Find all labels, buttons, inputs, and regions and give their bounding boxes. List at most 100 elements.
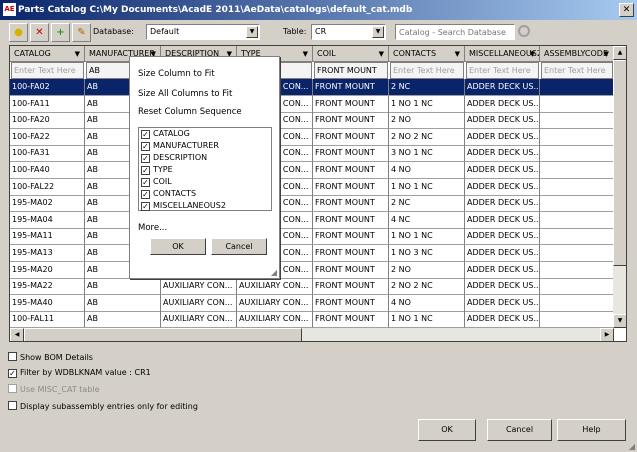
dropdown-arrow-icon[interactable]: ▼ xyxy=(530,46,535,61)
table-row[interactable]: 195-MA11ABAUXILIARY CON...AUXILIARY CON.… xyxy=(10,228,614,246)
table-cell[interactable]: ADDER DECK US... xyxy=(465,311,540,329)
table-row[interactable]: 100-FA11ABAUXILIARY CON...AUXILIARY CON.… xyxy=(10,95,614,113)
table-cell[interactable]: FRONT MOUNT xyxy=(313,294,389,312)
table-cell[interactable]: 100-FA22 xyxy=(10,128,85,146)
table-cell[interactable] xyxy=(540,278,614,296)
table-cell[interactable]: 195-MA11 xyxy=(10,228,85,246)
dropdown-arrow-icon[interactable]: ▼ xyxy=(379,46,384,61)
table-cell[interactable]: FRONT MOUNT xyxy=(313,211,389,229)
checkbox[interactable]: ✓ xyxy=(141,202,150,211)
table-cell[interactable]: 4 NO xyxy=(389,162,465,179)
table-cell[interactable]: 100-FAL22 xyxy=(10,178,85,196)
add-record-icon[interactable]: + xyxy=(51,23,70,42)
table-cell[interactable]: FRONT MOUNT xyxy=(313,112,389,130)
table-cell[interactable]: FRONT MOUNT xyxy=(313,95,389,113)
help-button[interactable]: Help xyxy=(557,419,626,441)
table-cell[interactable]: 100-FA40 xyxy=(10,162,85,179)
table-cell[interactable]: 2 NC xyxy=(389,195,465,213)
table-cell[interactable]: 1 NO 1 NC xyxy=(389,228,465,246)
table-cell[interactable]: 4 NO xyxy=(389,294,465,312)
checkbox[interactable]: ✓ xyxy=(141,142,150,151)
table-row[interactable]: 100-FAL11 AB AUXILIARY CON... AUXILIARY CON… xyxy=(10,311,614,329)
checkbox[interactable]: ✓ xyxy=(8,369,17,378)
popup-cancel-button[interactable]: Cancel xyxy=(211,238,267,255)
column-header[interactable]: ASSEMBLYCODE ▼ xyxy=(540,46,614,62)
column-toggle[interactable]: ✓ COIL xyxy=(139,176,271,188)
scroll-thumb[interactable] xyxy=(613,60,626,266)
table-cell[interactable]: AB xyxy=(85,278,161,296)
table-cell[interactable]: 4 NC xyxy=(389,211,465,229)
checkbox[interactable]: ✓ xyxy=(141,166,150,175)
column-filter-input[interactable]: Enter Text Here xyxy=(390,62,464,79)
vertical-scrollbar[interactable]: ▲ ▼ xyxy=(613,46,626,328)
table-cell[interactable]: FRONT MOUNT xyxy=(313,162,389,179)
table-cell[interactable]: FRONT MOUNT xyxy=(313,261,389,279)
table-cell[interactable]: FRONT MOUNT xyxy=(313,79,389,96)
table-cell[interactable]: FRONT MOUNT xyxy=(313,145,389,163)
table-cell[interactable]: AUXILIARY CON... xyxy=(161,294,237,312)
scroll-down-icon[interactable]: ▼ xyxy=(613,314,626,328)
table-cell[interactable] xyxy=(540,311,614,329)
column-toggle[interactable]: ✓ CATALOG xyxy=(139,128,271,140)
popup-ok-button[interactable]: OK xyxy=(150,238,206,255)
column-header[interactable]: CONTACTS ▼ xyxy=(389,46,465,62)
table-cell[interactable] xyxy=(540,162,614,179)
dropdown-arrow-icon[interactable]: ▼ xyxy=(455,46,460,61)
checkbox[interactable] xyxy=(8,401,17,410)
lightbulb-icon[interactable]: ● xyxy=(9,23,28,42)
table-cell[interactable]: AUXILIARY CON... xyxy=(237,311,313,329)
resize-grip-icon[interactable]: ◢ xyxy=(629,442,635,451)
table-cell[interactable]: 195-MA04 xyxy=(10,211,85,229)
table-cell[interactable]: 2 NO xyxy=(389,261,465,279)
size-all-columns-to-fit[interactable]: Size All Columns to Fit xyxy=(138,89,232,99)
table-cell[interactable] xyxy=(540,195,614,213)
table-cell[interactable]: FRONT MOUNT xyxy=(313,178,389,196)
table-cell[interactable]: FRONT MOUNT xyxy=(313,311,389,329)
table-cell[interactable]: ADDER DECK US... xyxy=(465,261,540,279)
table-cell[interactable]: FRONT MOUNT xyxy=(313,278,389,296)
table-cell[interactable]: FRONT MOUNT xyxy=(313,245,389,262)
option-checkbox[interactable]: ✓ Filter by WDBLKNAM value : CR1 xyxy=(8,368,151,378)
column-toggle[interactable]: ✓ MANUFACTURER xyxy=(139,140,271,152)
horizontal-scrollbar[interactable]: ◀ ▶ xyxy=(10,328,614,341)
column-header[interactable]: CATALOG ▼ xyxy=(10,46,85,62)
column-toggle[interactable]: ✓ CONTACTS xyxy=(139,188,271,200)
table-row[interactable]: 100-FA22ABAUXILIARY CON...AUXILIARY CON.… xyxy=(10,128,614,146)
table-cell[interactable]: 1 NO 3 NC xyxy=(389,245,465,262)
search-input[interactable] xyxy=(395,24,515,40)
table-cell[interactable]: ADDER DECK US... xyxy=(465,112,540,130)
edit-record-icon[interactable]: ✎ xyxy=(72,23,91,42)
table-row[interactable]: 195-MA02ABAUXILIARY CON...AUXILIARY CON.… xyxy=(10,195,614,213)
table-cell[interactable]: 195-MA22 xyxy=(10,278,85,296)
column-toggle[interactable]: ✓ TYPE xyxy=(139,164,271,176)
table-cell[interactable] xyxy=(540,145,614,163)
table-cell[interactable]: AB xyxy=(85,311,161,329)
table-cell[interactable]: 195-MA20 xyxy=(10,261,85,279)
table-row[interactable]: 195-MA04ABAUXILIARY CON...AUXILIARY CON.… xyxy=(10,211,614,229)
table-cell[interactable] xyxy=(540,211,614,229)
reset-column-sequence[interactable]: Reset Column Sequence xyxy=(138,107,242,117)
table-cell[interactable]: ADDER DECK US... xyxy=(465,79,540,96)
table-cell[interactable]: FRONT MOUNT xyxy=(313,195,389,213)
column-toggle[interactable]: ✓ DESCRIPTION xyxy=(139,152,271,164)
table-row[interactable]: 195-MA40 AB AUXILIARY CON... AUXILIARY CON.… xyxy=(10,294,614,312)
table-cell[interactable]: 195-MA13 xyxy=(10,245,85,262)
column-header[interactable]: MISCELLANEOUS2 ▼ xyxy=(465,46,540,62)
table-cell[interactable]: ADDER DECK US... xyxy=(465,162,540,179)
checkbox[interactable]: ✓ xyxy=(141,154,150,163)
table-cell[interactable]: ADDER DECK US... xyxy=(465,128,540,146)
table-cell[interactable] xyxy=(540,112,614,130)
table-cell[interactable] xyxy=(540,95,614,113)
table-cell[interactable]: 1 NO 1 NC xyxy=(389,178,465,196)
scroll-right-icon[interactable]: ▶ xyxy=(600,328,614,341)
table-cell[interactable]: ADDER DECK US... xyxy=(465,178,540,196)
table-cell[interactable]: 2 NO xyxy=(389,112,465,130)
table-cell[interactable]: FRONT MOUNT xyxy=(313,228,389,246)
table-cell[interactable]: 100-FA11 xyxy=(10,95,85,113)
column-list[interactable]: ✓ CATALOG ✓ MANUFACTURER ✓ DESCRIPTION ✓ TYPE ✓ C… xyxy=(138,127,272,211)
table-cell[interactable]: 195-MA02 xyxy=(10,195,85,213)
table-row[interactable]: 100-FA40ABAUXILIARY CON...AUXILIARY CON.… xyxy=(10,162,614,179)
column-filter-input[interactable]: Enter Text Here xyxy=(11,62,84,79)
column-header[interactable]: COIL ▼ xyxy=(313,46,389,62)
table-cell[interactable]: AUXILIARY CON... xyxy=(161,311,237,329)
